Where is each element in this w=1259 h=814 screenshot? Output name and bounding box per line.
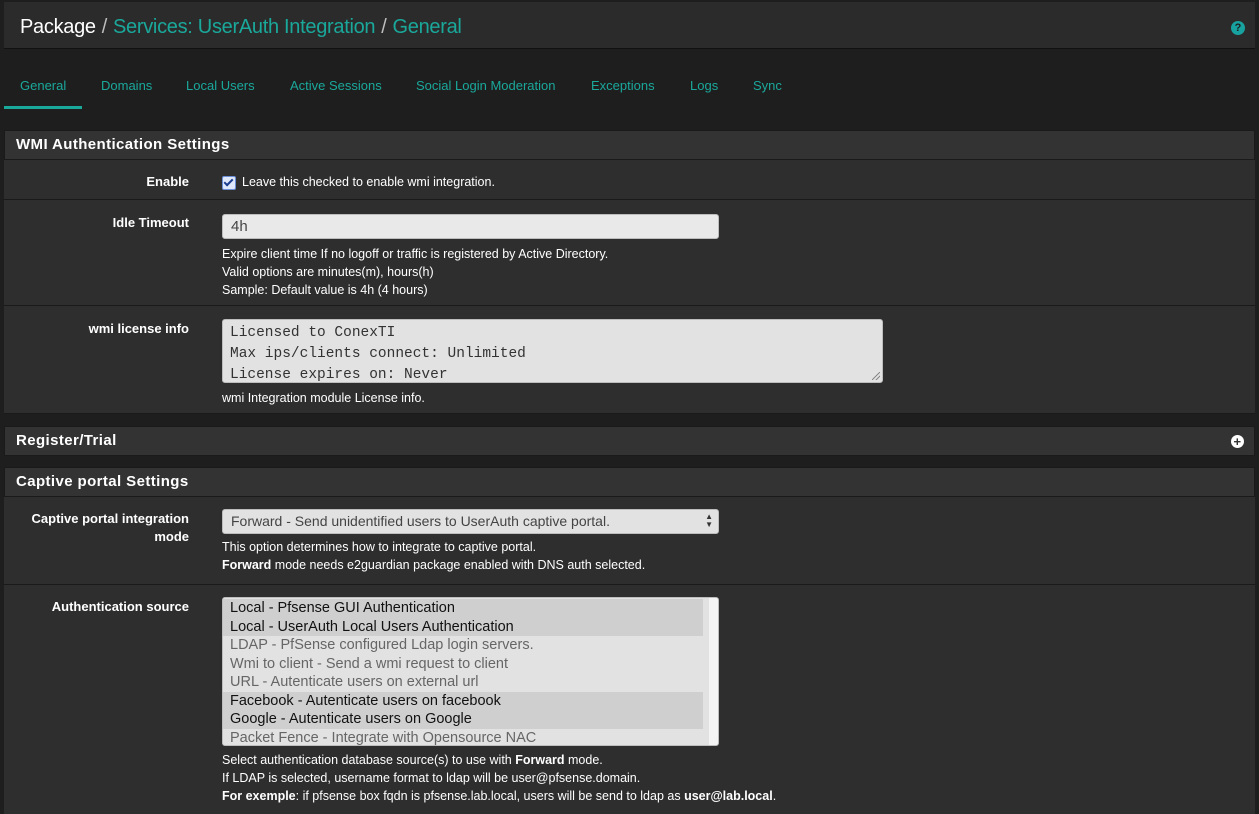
tab-active-sessions[interactable]: Active Sessions (274, 66, 398, 109)
auth-source-label: Authentication source (51, 599, 189, 614)
captive-mode-label: Captive portal integration mode (32, 510, 189, 546)
idle-timeout-help-line: Expire client time If no logoff or traff… (222, 247, 609, 261)
captive-mode-help-line: This option determines how to integrate … (222, 540, 537, 554)
auth-source-option[interactable]: Wmi to client - Send a wmi request to cl… (223, 654, 703, 673)
breadcrumb-package: Package (20, 16, 96, 38)
select-arrows-icon: ▲ ▼ (705, 512, 713, 529)
auth-source-help-line: For exemple: if pfsense box fqdn is pfse… (222, 787, 776, 805)
auth-help-text: . (772, 789, 777, 803)
enable-row: Enable Leave this checked to enable wmi … (4, 160, 1255, 200)
license-row: wmi license info Licensed to ConexTI Max… (4, 306, 1255, 414)
enable-checkbox[interactable] (222, 175, 236, 190)
auth-source-option[interactable]: Facebook - Autenticate users on facebook (223, 691, 703, 710)
breadcrumb: Package / Services: UserAuth Integration / G… (20, 16, 462, 39)
enable-label: Enable (146, 174, 189, 189)
breadcrumb-services-link[interactable]: Services: UserAuth Integration (113, 16, 376, 38)
captive-mode-help-rest: mode needs e2guardian package enabled wi… (271, 558, 646, 572)
forward-bold: Forward (515, 753, 565, 767)
auth-source-option[interactable]: Packet Fence - Integrate with Opensource… (223, 728, 703, 745)
question-circle-icon[interactable]: ? (1231, 21, 1245, 35)
register-section-title[interactable]: Register/Trial + (4, 426, 1255, 456)
auth-source-option[interactable]: Local - UserAuth Local Users Authenticat… (223, 617, 703, 636)
user-at-lab-local-bold: user@lab.local (684, 789, 773, 803)
captive-mode-help-line: Forward mode needs e2guardian package en… (222, 556, 719, 574)
plus-circle-icon[interactable]: + (1231, 435, 1244, 448)
idle-timeout-help-line: Valid options are minutes(m), hours(h) (222, 265, 434, 279)
breadcrumb-general-link[interactable]: General (393, 16, 462, 38)
auth-help-text: mode. (564, 753, 603, 767)
resize-grip-icon[interactable] (872, 372, 880, 380)
auth-source-option[interactable]: LDAP - PfSense configured Ldap login ser… (223, 636, 703, 655)
auth-source-option[interactable]: Local - Pfsense GUI Authentication (223, 599, 703, 618)
enable-checkbox-text: Leave this checked to enable wmi integra… (242, 175, 495, 189)
tab-logs[interactable]: Logs (674, 66, 734, 109)
listbox-scrollbar[interactable] (709, 598, 718, 745)
idle-timeout-row: Idle Timeout 4h Expire client time If no… (4, 200, 1255, 306)
tab-bar: General Domains Local Users Active Sessi… (4, 66, 1255, 112)
idle-timeout-help: Expire client time If no logoff or traff… (222, 245, 719, 299)
captive-mode-help: This option determines how to integrate … (222, 538, 719, 574)
tab-general[interactable]: General (4, 66, 82, 109)
idle-timeout-help-line: Sample: Default value is 4h (4 hours) (222, 283, 428, 297)
register-title-text: Register/Trial (16, 432, 117, 449)
idle-timeout-label: Idle Timeout (112, 215, 189, 230)
forward-bold: Forward (222, 558, 272, 572)
auth-source-help-line: Select authentication database source(s)… (222, 751, 776, 769)
auth-source-help-line: If LDAP is selected, username format to … (222, 771, 641, 785)
license-line: License expires on: Never (230, 367, 448, 383)
page-header: Package / Services: UserAuth Integration / G… (4, 2, 1255, 49)
license-label: wmi license info (88, 321, 189, 336)
tab-domains[interactable]: Domains (85, 66, 168, 109)
license-textarea[interactable]: Licensed to ConexTI Max ips/clients conn… (222, 319, 883, 383)
license-line: Licensed to ConexTI (230, 325, 396, 341)
auth-source-help: Select authentication database source(s)… (222, 751, 776, 805)
tab-sync[interactable]: Sync (737, 66, 798, 109)
idle-timeout-input[interactable]: 4h (222, 214, 719, 239)
wmi-section-title: WMI Authentication Settings (4, 130, 1255, 160)
breadcrumb-separator: / (101, 16, 108, 38)
license-help: wmi Integration module License info. (222, 391, 425, 405)
auth-source-option[interactable]: URL - Autenticate users on external url (223, 673, 703, 692)
captive-mode-row: Captive portal integration mode Forward … (4, 497, 1255, 585)
captive-mode-selected-value: Forward - Send unidentified users to Use… (231, 513, 610, 529)
auth-help-text: Select authentication database source(s)… (222, 753, 516, 767)
tab-social-login-moderation[interactable]: Social Login Moderation (400, 66, 571, 109)
captive-mode-select[interactable]: Forward - Send unidentified users to Use… (222, 509, 719, 534)
captive-mode-label-line: mode (154, 529, 189, 544)
tab-local-users[interactable]: Local Users (170, 66, 271, 109)
captive-mode-label-line: Captive portal integration (31, 511, 189, 526)
auth-source-option[interactable]: Google - Autenticate users on Google (223, 710, 703, 729)
captive-section-title: Captive portal Settings (4, 467, 1255, 497)
auth-source-listbox[interactable]: Local - Pfsense GUI Authentication Local … (222, 597, 719, 746)
auth-source-row: Authentication source Local - Pfsense GU… (4, 585, 1255, 814)
auth-help-text: : if pfsense box fqdn is pfsense.lab.loc… (295, 789, 685, 803)
tab-exceptions[interactable]: Exceptions (575, 66, 671, 109)
breadcrumb-separator: / (381, 16, 387, 38)
for-exemple-bold: For exemple (222, 789, 296, 803)
license-line: Max ips/clients connect: Unlimited (230, 346, 526, 362)
